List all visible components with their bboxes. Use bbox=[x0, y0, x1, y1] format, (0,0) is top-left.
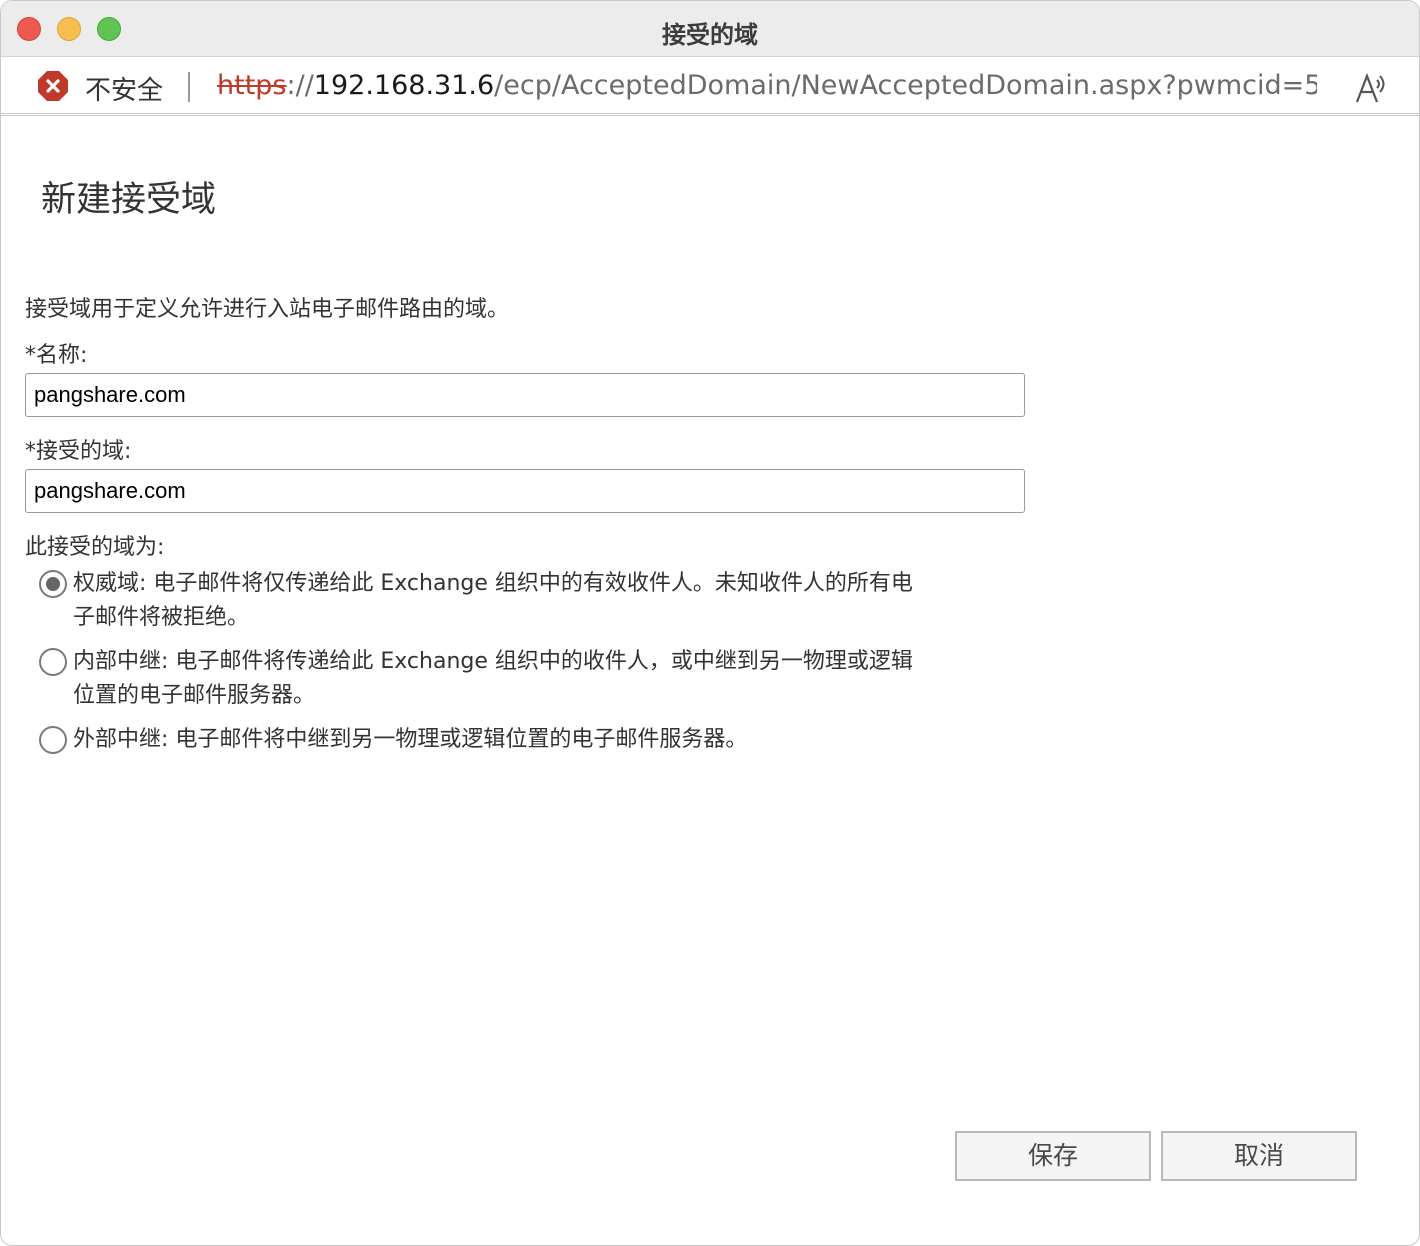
dialog-description: 接受域用于定义允许进行入站电子邮件路由的域。 bbox=[25, 297, 510, 322]
radio-external-relay[interactable]: 外部中继: 电子邮件将中继到另一物理或逻辑位置的电子邮件服务器。 bbox=[39, 723, 919, 757]
address-bar[interactable]: 不安全 https://192.168.31.6/ecp/AcceptedDom… bbox=[1, 58, 1419, 116]
url-text[interactable]: https://192.168.31.6/ecp/AcceptedDomain/… bbox=[217, 70, 1317, 101]
radio-authoritative[interactable]: 权威域: 电子邮件将仅传递给此 Exchange 组织中的有效收件人。未知收件人… bbox=[39, 567, 919, 635]
address-divider bbox=[188, 72, 190, 102]
radio-button-external-relay[interactable] bbox=[39, 726, 67, 754]
radio-label-external-relay[interactable]: 外部中继: 电子邮件将中继到另一物理或逻辑位置的电子邮件服务器。 bbox=[73, 723, 919, 757]
accepted-domain-label: *接受的域: bbox=[25, 439, 132, 464]
radio-button-internal-relay[interactable] bbox=[39, 648, 67, 676]
radio-internal-relay[interactable]: 内部中继: 电子邮件将传递给此 Exchange 组织中的收件人，或中继到另一物… bbox=[39, 645, 919, 713]
radio-button-authoritative[interactable] bbox=[39, 570, 67, 598]
radio-label-internal-relay[interactable]: 内部中继: 电子邮件将传递给此 Exchange 组织中的收件人，或中继到另一物… bbox=[73, 645, 919, 713]
name-label: *名称: bbox=[25, 343, 88, 368]
insecure-x-icon[interactable] bbox=[37, 70, 69, 102]
domain-type-label: 此接受的域为: bbox=[25, 535, 165, 560]
save-button[interactable]: 保存 bbox=[955, 1131, 1151, 1181]
url-host: 192.168.31.6 bbox=[313, 70, 495, 101]
window-title: 接受的域 bbox=[662, 21, 758, 49]
url-separator: :// bbox=[286, 70, 314, 101]
accepted-domain-input[interactable] bbox=[25, 469, 1025, 513]
radio-label-authoritative[interactable]: 权威域: 电子邮件将仅传递给此 Exchange 组织中的有效收件人。未知收件人… bbox=[73, 567, 919, 635]
cancel-button[interactable]: 取消 bbox=[1161, 1131, 1357, 1181]
browser-window: 接受的域 不安全 https://192.168.31.6/ecp/Accept… bbox=[0, 0, 1420, 1246]
security-status-label[interactable]: 不安全 bbox=[85, 70, 163, 107]
title-bar: 接受的域 bbox=[1, 1, 1419, 57]
read-aloud-icon[interactable] bbox=[1355, 72, 1389, 104]
dialog-title: 新建接受域 bbox=[41, 180, 217, 220]
url-scheme: https bbox=[217, 70, 287, 101]
url-path: /ecp/AcceptedDomain/NewAcceptedDomain.as… bbox=[494, 70, 1317, 101]
name-input[interactable] bbox=[25, 373, 1025, 417]
